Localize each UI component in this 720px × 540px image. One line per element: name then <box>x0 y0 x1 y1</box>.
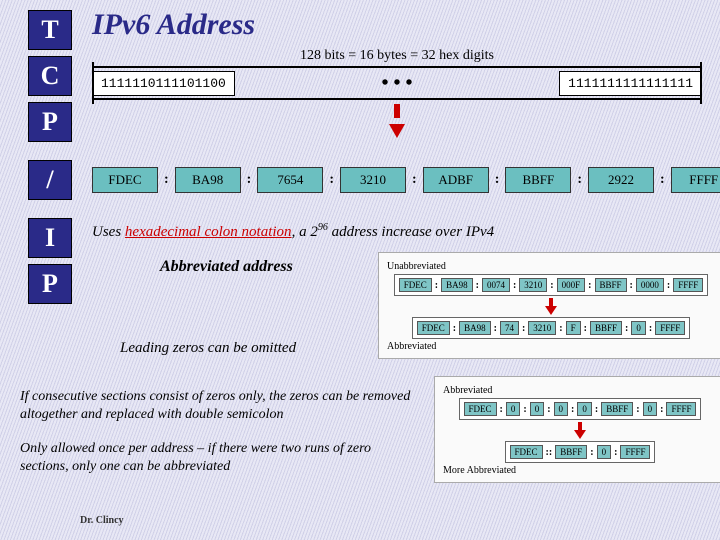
hex-box: BA98 <box>175 167 241 193</box>
author-footer: Dr. Clincy <box>80 515 124 526</box>
panel-label: More Abbreviated <box>443 465 717 476</box>
bits-right-segment: 1111111111111111 <box>559 71 702 96</box>
hex-groups-row: FDEC : BA98 : 7654 : 3210 : ADBF : BBFF … <box>92 167 702 193</box>
hex-box: FFFF <box>671 167 720 193</box>
sidebar-slash: / <box>28 160 72 200</box>
abbreviated-heading: Abbreviated address <box>160 258 293 276</box>
arrow-down-icon <box>382 104 412 138</box>
panel-row: FDEC: BA98: 0074: 3210: 000F: BBFF: 0000… <box>394 274 709 296</box>
page-title: IPv6 Address <box>92 8 255 42</box>
colon-icon: : <box>575 172 584 188</box>
colon-icon: : <box>245 172 254 188</box>
bits-caption: 128 bits = 16 bytes = 32 hex digits <box>92 48 702 64</box>
sidebar: T C P / I P <box>28 10 72 304</box>
panel-row: FDEC: 0: 0: 0: 0: BBFF: 0: FFFF <box>459 398 702 420</box>
colon-icon: : <box>162 172 171 188</box>
arrow-down-icon <box>570 422 590 439</box>
once-per-address-note: Only allowed once per address – if there… <box>20 440 420 475</box>
panel-label: Unabbreviated <box>387 261 715 272</box>
leading-zeros-note: Leading zeros can be omitted <box>120 340 296 357</box>
colon-icon: : <box>658 172 667 188</box>
consecutive-zeros-note: If consecutive sections consist of zeros… <box>20 388 420 423</box>
panel-row: FDEC: BA98: 74: 3210: F: BBFF: 0: FFFF <box>412 317 691 339</box>
bits-ellipsis: • • • <box>235 72 559 95</box>
colon-icon: : <box>327 172 336 188</box>
panel-label: Abbreviated <box>387 341 715 352</box>
hex-box: FDEC <box>92 167 158 193</box>
colon-icon: : <box>493 172 502 188</box>
sidebar-I: I <box>28 218 72 258</box>
hex-box: 3210 <box>340 167 406 193</box>
abbrev-panel-1: Unabbreviated FDEC: BA98: 0074: 3210: 00… <box>378 252 720 359</box>
hex-box: 2922 <box>588 167 654 193</box>
sidebar-P: P <box>28 102 72 142</box>
sidebar-P2: P <box>28 264 72 304</box>
arrow-down-icon <box>541 298 561 315</box>
colon-icon: : <box>410 172 419 188</box>
sidebar-C: C <box>28 56 72 96</box>
bits-diagram: 128 bits = 16 bytes = 32 hex digits 1111… <box>92 48 702 142</box>
abbrev-panel-2: Abbreviated FDEC: 0: 0: 0: 0: BBFF: 0: F… <box>434 376 720 483</box>
hex-notation-note: Uses hexadecimal colon notation, a 296 a… <box>92 222 494 241</box>
hex-box: ADBF <box>423 167 489 193</box>
hex-box: BBFF <box>505 167 571 193</box>
bits-left-segment: 1111110111101100 <box>92 71 235 96</box>
sidebar-T: T <box>28 10 72 50</box>
hex-box: 7654 <box>257 167 323 193</box>
panel-label: Abbreviated <box>443 385 717 396</box>
panel-row: FDEC :: BBFF: 0: FFFF <box>505 441 656 463</box>
